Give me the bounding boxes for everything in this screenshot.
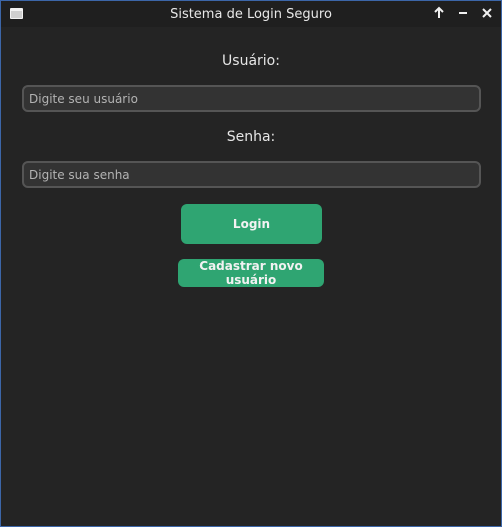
close-button[interactable] xyxy=(480,6,494,20)
app-window: Sistema de Login Seguro Usuário: Senha: … xyxy=(0,0,502,527)
register-user-button[interactable]: Cadastrar novo usuário xyxy=(178,259,324,287)
username-input[interactable] xyxy=(22,85,481,112)
title-bar[interactable]: Sistema de Login Seguro xyxy=(1,1,501,27)
maximize-button[interactable] xyxy=(432,6,446,20)
password-label: Senha: xyxy=(226,129,276,145)
window-title: Sistema de Login Seguro xyxy=(170,7,332,22)
username-label: Usuário: xyxy=(222,53,280,69)
minimize-icon xyxy=(459,12,467,14)
close-icon xyxy=(482,8,492,18)
password-input[interactable] xyxy=(22,161,481,188)
arrow-up-icon xyxy=(434,6,444,18)
minimize-button[interactable] xyxy=(456,6,470,20)
login-button[interactable]: Login xyxy=(181,204,322,244)
